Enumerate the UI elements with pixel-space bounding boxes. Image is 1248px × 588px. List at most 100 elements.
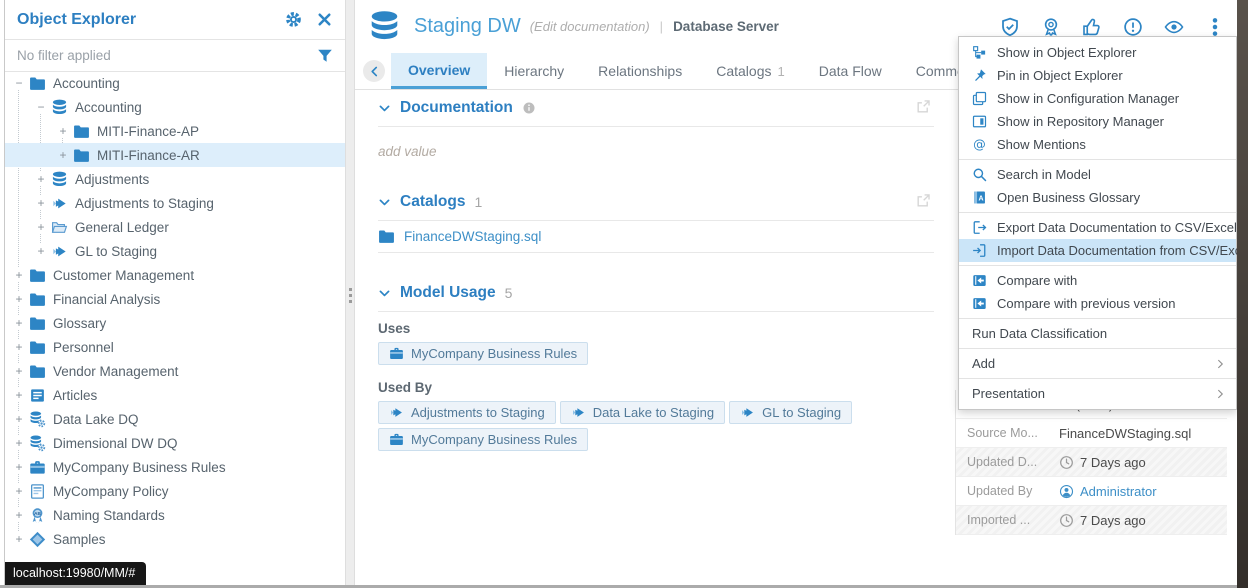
thumbs-up-icon[interactable]	[1082, 17, 1102, 37]
splitter-grip-icon	[349, 288, 352, 306]
menu-item-search-in-model[interactable]: Search in Model	[959, 163, 1236, 186]
model-usage-section-header: Model Usage 5	[378, 277, 934, 312]
menu-item-add[interactable]: Add	[959, 352, 1236, 375]
menu-item-show-mentions[interactable]: Show Mentions	[959, 133, 1236, 156]
menu-item-pin-in-object-explorer[interactable]: Pin in Object Explorer	[959, 64, 1236, 87]
alert-icon[interactable]	[1123, 17, 1143, 37]
tree-item-adjustments-to-staging[interactable]: +Adjustments to Staging	[5, 191, 345, 215]
tab-catalogs[interactable]: Catalogs1	[699, 53, 802, 89]
tree-item-mycompany-policy[interactable]: +MyCompany Policy	[5, 479, 345, 503]
menu-item-open-business-glossary[interactable]: Open Business Glossary	[959, 186, 1236, 209]
expander-icon[interactable]: +	[13, 508, 25, 522]
certification-icon[interactable]	[1041, 17, 1061, 37]
tree-item-vendor-management[interactable]: +Vendor Management	[5, 359, 345, 383]
tree-item-glossary[interactable]: +Glossary	[5, 311, 345, 335]
model-chip-gl-to-staging[interactable]: GL to Staging	[729, 401, 852, 424]
expander-icon[interactable]: +	[13, 340, 25, 354]
tree-item-accounting-model[interactable]: −Accounting	[5, 95, 345, 119]
object-tree: −Accounting −Accounting +MITI-Finance-AP…	[5, 71, 345, 563]
model-chip-mycompany-business-rules[interactable]: MyCompany Business Rules	[378, 342, 588, 365]
menu-item-export-data-documentation[interactable]: Export Data Documentation to CSV/Excel	[959, 216, 1236, 239]
expander-icon[interactable]: +	[35, 196, 47, 210]
tab-overview[interactable]: Overview	[391, 53, 487, 89]
expand-section-icon[interactable]	[915, 192, 932, 209]
documentation-placeholder[interactable]: add value	[378, 144, 934, 159]
repository-icon	[972, 114, 987, 129]
tab-hierarchy[interactable]: Hierarchy	[487, 53, 581, 89]
mapping-arrow-icon	[51, 195, 68, 212]
database-icon	[368, 10, 401, 43]
expand-section-icon[interactable]	[915, 98, 932, 115]
tree-item-samples[interactable]: +Samples	[5, 527, 345, 551]
chevron-down-icon[interactable]	[378, 196, 391, 209]
database-icon	[51, 171, 68, 188]
expander-icon[interactable]: +	[35, 172, 47, 186]
menu-item-compare-with[interactable]: Compare with	[959, 269, 1236, 292]
compare-icon	[972, 296, 987, 311]
expander-icon[interactable]: −	[35, 100, 47, 114]
page-title: Staging DW	[414, 15, 521, 38]
panel-splitter[interactable]	[345, 0, 355, 585]
tree-item-personnel[interactable]: +Personnel	[5, 335, 345, 359]
tree-item-adjustments[interactable]: +Adjustments	[5, 167, 345, 191]
menu-item-compare-with-previous-version[interactable]: Compare with previous version	[959, 292, 1236, 315]
expander-icon[interactable]: +	[35, 244, 47, 258]
catalog-item[interactable]: FinanceDWStaging.sql	[378, 221, 934, 253]
menu-item-run-data-classification[interactable]: Run Data Classification	[959, 322, 1236, 345]
tree-item-miti-finance-ar[interactable]: +MITI-Finance-AR	[5, 143, 345, 167]
tree-item-accounting-folder[interactable]: −Accounting	[5, 71, 345, 95]
expander-icon[interactable]: +	[57, 124, 69, 138]
expander-icon[interactable]: +	[13, 364, 25, 378]
expander-icon[interactable]: +	[57, 148, 69, 162]
expander-icon[interactable]: −	[13, 76, 25, 90]
tab-relationships[interactable]: Relationships	[581, 53, 699, 89]
chevron-down-icon[interactable]	[378, 102, 391, 115]
info-icon	[522, 101, 536, 115]
model-chip-mycompany-business-rules[interactable]: MyCompany Business Rules	[378, 428, 588, 451]
tree-item-financial-analysis[interactable]: +Financial Analysis	[5, 287, 345, 311]
expander-icon[interactable]: +	[13, 268, 25, 282]
updated-by-user-link[interactable]: Administrator	[1059, 484, 1157, 499]
edit-documentation-link[interactable]: (Edit documentation)	[530, 19, 650, 34]
catalog-item-label[interactable]: FinanceDWStaging.sql	[404, 229, 541, 244]
folder-icon	[73, 147, 90, 164]
chevron-down-icon[interactable]	[378, 287, 391, 300]
expander-icon[interactable]: +	[13, 460, 25, 474]
tree-item-mycompany-business-rules[interactable]: +MyCompany Business Rules	[5, 455, 345, 479]
tree-item-data-lake-dq[interactable]: +Data Lake DQ	[5, 407, 345, 431]
close-icon[interactable]	[316, 11, 333, 28]
expander-icon[interactable]: +	[35, 220, 47, 234]
expander-icon[interactable]: +	[13, 484, 25, 498]
expander-icon[interactable]: +	[13, 292, 25, 306]
expander-icon[interactable]: +	[13, 316, 25, 330]
menu-item-show-in-repository-manager[interactable]: Show in Repository Manager	[959, 110, 1236, 133]
tree-item-gl-to-staging[interactable]: +GL to Staging	[5, 239, 345, 263]
tree-item-dimensional-dw-dq[interactable]: +Dimensional DW DQ	[5, 431, 345, 455]
folder-icon	[73, 123, 90, 140]
gear-icon[interactable]	[285, 11, 302, 28]
model-chip-data-lake-to-staging[interactable]: Data Lake to Staging	[560, 401, 725, 424]
expander-icon[interactable]: +	[13, 388, 25, 402]
shield-check-icon[interactable]	[1000, 17, 1020, 37]
tree-item-miti-finance-ap[interactable]: +MITI-Finance-AP	[5, 119, 345, 143]
expander-icon[interactable]: +	[13, 532, 25, 546]
tabs-scroll-left-button[interactable]	[363, 60, 385, 82]
object-explorer-panel: Object Explorer No filter applied −Accou…	[5, 0, 345, 585]
eye-icon[interactable]	[1164, 17, 1184, 37]
tree-item-customer-management[interactable]: +Customer Management	[5, 263, 345, 287]
menu-item-import-data-documentation[interactable]: Import Data Documentation from CSV/Excel	[959, 239, 1236, 262]
menu-item-presentation[interactable]: Presentation	[959, 382, 1236, 405]
pin-icon	[972, 68, 987, 83]
menu-item-show-in-object-explorer[interactable]: Show in Object Explorer	[959, 41, 1236, 64]
model-chip-adjustments-to-staging[interactable]: Adjustments to Staging	[378, 401, 556, 424]
more-menu-icon[interactable]	[1205, 17, 1225, 37]
tree-item-articles[interactable]: +Articles	[5, 383, 345, 407]
funnel-icon[interactable]	[317, 48, 333, 64]
tree-item-naming-standards[interactable]: +Naming Standards	[5, 503, 345, 527]
tree-item-general-ledger[interactable]: +General Ledger	[5, 215, 345, 239]
property-row-updated-date: Updated D... 7 Days ago	[956, 448, 1227, 477]
expander-icon[interactable]: +	[13, 412, 25, 426]
menu-item-show-in-configuration-manager[interactable]: Show in Configuration Manager	[959, 87, 1236, 110]
expander-icon[interactable]: +	[13, 436, 25, 450]
tab-data-flow[interactable]: Data Flow	[802, 53, 899, 89]
